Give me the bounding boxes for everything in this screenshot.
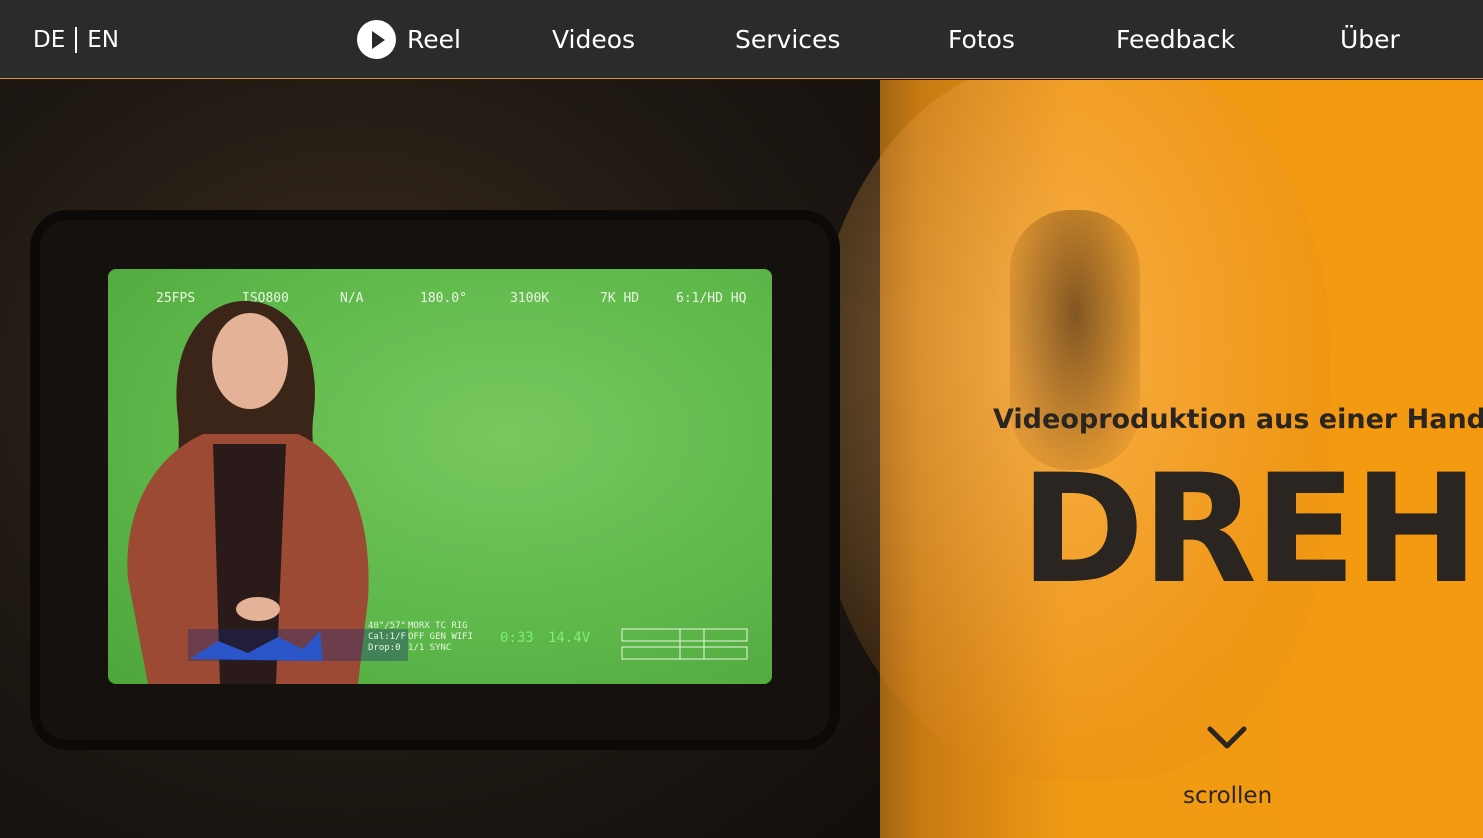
hud-timecode: 0:33 xyxy=(500,630,534,646)
play-icon xyxy=(357,20,396,59)
hero-subtitle: Videoproduktion aus einer Hand xyxy=(993,404,1483,435)
hud-cal: 40°/57° Cal:1/F Drop:0 xyxy=(368,621,406,653)
hud-sync: MORX TC RIG OFF GEN WIFI 1/1 SYNC xyxy=(408,621,474,653)
nav-services[interactable]: Services xyxy=(735,0,840,79)
lang-en[interactable]: EN xyxy=(87,27,119,53)
nav-videos[interactable]: Videos xyxy=(552,0,635,79)
language-switcher: DE EN xyxy=(33,0,119,79)
scroll-label[interactable]: scrollen xyxy=(1183,783,1272,809)
nav-feedback[interactable]: Feedback xyxy=(1116,0,1235,79)
nav-videos-label: Videos xyxy=(552,25,636,54)
chevron-down-icon[interactable] xyxy=(1207,724,1247,754)
nav-fotos[interactable]: Fotos xyxy=(948,0,1015,79)
nav-ueber-label: Über xyxy=(1340,25,1400,54)
hud-voltage: 14.4V xyxy=(548,630,591,646)
nav-services-label: Services xyxy=(735,25,841,54)
nav-reel-label: Reel xyxy=(407,25,461,54)
nav-reel[interactable]: Reel xyxy=(357,0,461,79)
nav-fotos-label: Fotos xyxy=(948,25,1015,54)
hero-section: 25FPS ISO800 N/A 180.0° 3100K 7K HD 6:1/… xyxy=(0,80,1483,838)
nav-feedback-label: Feedback xyxy=(1116,25,1236,54)
lang-de[interactable]: DE xyxy=(33,27,65,53)
audio-meter xyxy=(621,628,748,660)
lang-divider xyxy=(75,26,78,53)
top-nav: DE EN Reel Videos Services Fotos Feedbac… xyxy=(0,0,1483,79)
camera-monitor-screen: 25FPS ISO800 N/A 180.0° 3100K 7K HD 6:1/… xyxy=(108,269,772,684)
nav-ueber[interactable]: Über xyxy=(1340,0,1400,79)
hero-headline: DREH xyxy=(1020,443,1479,617)
